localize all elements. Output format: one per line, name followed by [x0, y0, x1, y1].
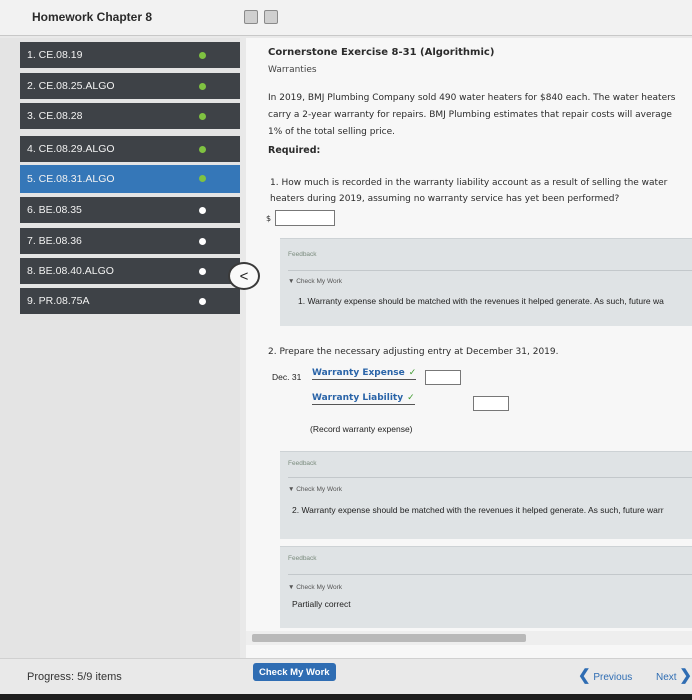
- horizontal-scrollbar[interactable]: [246, 631, 692, 645]
- sidebar-item-6[interactable]: 6. BE.08.35: [20, 197, 240, 223]
- required-heading: Required:: [268, 145, 321, 156]
- next-label: Next: [656, 672, 677, 683]
- sidebar-item-9[interactable]: 9. PR.08.75A: [20, 288, 240, 314]
- sidebar-item-label: 4. CE.08.29.ALGO: [27, 143, 115, 155]
- feedback-label: Feedback: [288, 251, 317, 258]
- sidebar-item-2[interactable]: 2. CE.08.25.ALGO: [20, 73, 240, 99]
- sidebar-item-label: 8. BE.08.40.ALGO: [27, 265, 114, 277]
- sidebar-item-8[interactable]: 8. BE.08.40.ALGO: [20, 258, 240, 284]
- feedback-label: Feedback: [288, 555, 317, 562]
- next-button[interactable]: Next ❯: [656, 666, 692, 684]
- feedback-text: 1. Warranty expense should be matched wi…: [298, 296, 664, 306]
- sidebar-item-5[interactable]: 5. CE.08.31.ALGO: [20, 165, 240, 193]
- check-my-work-toggle[interactable]: ▼ Check My Work: [288, 584, 342, 591]
- sidebar-item-label: 1. CE.08.19: [27, 49, 83, 61]
- feedback-panel-2: Feedback ▼ Check My Work 2. Warranty exp…: [280, 451, 692, 539]
- warranty-liability-amount-input[interactable]: [275, 210, 335, 226]
- exercise-title: Cornerstone Exercise 8-31 (Algorithmic): [268, 47, 495, 58]
- complete-status-icon: [199, 52, 206, 59]
- incomplete-status-icon: [199, 207, 206, 214]
- feedback-text: 2. Warranty expense should be matched wi…: [292, 505, 664, 515]
- check-my-work-toggle[interactable]: ▼ Check My Work: [288, 486, 342, 493]
- incomplete-status-icon: [199, 298, 206, 305]
- question-2-text: 2. Prepare the necessary adjusting entry…: [268, 347, 559, 357]
- scrollbar-thumb[interactable]: [252, 634, 526, 642]
- footer-bar: Progress: 5/9 items Check My Work ❮ Prev…: [0, 658, 692, 694]
- check-my-work-toggle[interactable]: ▼ Check My Work: [288, 278, 342, 285]
- sidebar-item-label: 9. PR.08.75A: [27, 295, 90, 307]
- screen-bezel: [0, 694, 692, 700]
- progress-indicator: Progress: 5/9 items: [27, 671, 122, 683]
- app-header: Homework Chapter 8: [0, 0, 692, 36]
- complete-status-icon: [199, 175, 206, 182]
- incomplete-status-icon: [199, 238, 206, 245]
- question-sidebar: 1. CE.08.19 2. CE.08.25.ALGO 3. CE.08.28…: [0, 38, 240, 658]
- feedback-divider: [288, 477, 692, 478]
- feedback-divider: [288, 270, 692, 271]
- calculator-icon[interactable]: [264, 10, 278, 24]
- exercise-body: In 2019, BMJ Plumbing Company sold 490 w…: [268, 93, 676, 137]
- complete-status-icon: [199, 146, 206, 153]
- currency-symbol: $: [266, 214, 272, 223]
- sidebar-item-4[interactable]: 4. CE.08.29.ALGO: [20, 136, 240, 162]
- header-tools: [244, 10, 278, 24]
- feedback-divider: [288, 574, 692, 575]
- sidebar-item-7[interactable]: 7. BE.08.36: [20, 228, 240, 254]
- exercise-subtitle: Warranties: [268, 65, 317, 75]
- debit-amount-input[interactable]: [425, 370, 461, 385]
- previous-label: Previous: [593, 672, 633, 683]
- debit-account-select[interactable]: Warranty Expense ✓: [312, 368, 417, 380]
- check-my-work-button[interactable]: Check My Work: [253, 663, 336, 681]
- feedback-panel-3: Feedback ▼ Check My Work Partially corre…: [280, 546, 692, 628]
- assignment-title: Homework Chapter 8: [32, 10, 153, 24]
- question-1-text: 1. How much is recorded in the warranty …: [270, 178, 668, 204]
- chevron-left-icon: <: [239, 267, 249, 285]
- chevron-left-icon: ❮: [578, 667, 591, 684]
- feedback-panel-1: Feedback ▼ Check My Work 1. Warranty exp…: [280, 238, 692, 326]
- sidebar-item-1[interactable]: 1. CE.08.19: [20, 42, 240, 68]
- book-icon[interactable]: [244, 10, 258, 24]
- incomplete-status-icon: [199, 268, 206, 275]
- entry-memo: (Record warranty expense): [310, 424, 413, 434]
- question-panel: Cornerstone Exercise 8-31 (Algorithmic) …: [246, 38, 692, 658]
- correct-check-icon: ✓: [408, 368, 417, 378]
- sidebar-item-label: 6. BE.08.35: [27, 204, 82, 216]
- credit-amount-input[interactable]: [473, 396, 509, 411]
- sidebar-item-3[interactable]: 3. CE.08.28: [20, 103, 240, 129]
- collapse-sidebar-button[interactable]: <: [228, 262, 260, 290]
- sidebar-item-label: 7. BE.08.36: [27, 235, 82, 247]
- correct-check-icon: ✓: [407, 393, 415, 403]
- feedback-label: Feedback: [288, 460, 317, 467]
- chevron-right-icon: ❯: [679, 667, 692, 684]
- previous-button[interactable]: ❮ Previous: [578, 666, 632, 684]
- complete-status-icon: [199, 113, 206, 120]
- sidebar-item-label: 2. CE.08.25.ALGO: [27, 80, 115, 92]
- complete-status-icon: [199, 83, 206, 90]
- sidebar-item-label: 5. CE.08.31.ALGO: [27, 173, 115, 185]
- credit-account-select[interactable]: Warranty Liability ✓: [312, 393, 415, 405]
- entry-date: Dec. 31: [272, 372, 302, 382]
- sidebar-item-label: 3. CE.08.28: [27, 110, 83, 122]
- feedback-status: Partially correct: [292, 599, 351, 609]
